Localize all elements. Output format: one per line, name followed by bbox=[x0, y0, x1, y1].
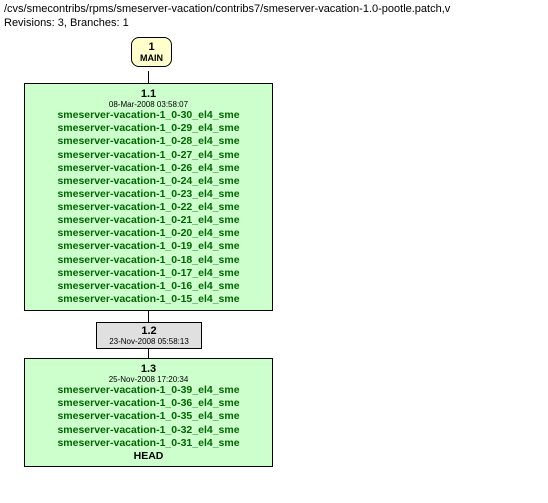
tag: smeserver-vacation-1_0-39_el4_sme bbox=[31, 384, 266, 397]
revision-node-1-3: 1.3 25-Nov-2008 17:20:34 smeserver-vacat… bbox=[24, 358, 273, 467]
branch-number: 1 bbox=[140, 41, 163, 53]
tag: smeserver-vacation-1_0-35_el4_sme bbox=[31, 410, 266, 423]
branch-label: MAIN bbox=[140, 53, 163, 63]
tag: smeserver-vacation-1_0-31_el4_sme bbox=[31, 437, 266, 450]
tag: smeserver-vacation-1_0-36_el4_sme bbox=[31, 397, 266, 410]
revision-node-1-1: 1.1 08-Mar-2008 03:58:07 smeserver-vacat… bbox=[24, 83, 273, 311]
revision-number: 1.1 bbox=[31, 88, 266, 100]
tag: smeserver-vacation-1_0-32_el4_sme bbox=[31, 424, 266, 437]
tag: smeserver-vacation-1_0-26_el4_sme bbox=[31, 162, 266, 175]
branch-node-main: 1 MAIN bbox=[131, 37, 172, 67]
revision-date: 25-Nov-2008 17:20:34 bbox=[31, 375, 266, 385]
tag: smeserver-vacation-1_0-17_el4_sme bbox=[31, 267, 266, 280]
connector bbox=[148, 71, 149, 83]
tag: smeserver-vacation-1_0-16_el4_sme bbox=[31, 280, 266, 293]
connector bbox=[148, 310, 149, 322]
tag-list: smeserver-vacation-1_0-39_el4_smesmeserv… bbox=[31, 384, 266, 450]
revision-date: 08-Mar-2008 03:58:07 bbox=[31, 100, 266, 110]
head-label: HEAD bbox=[31, 450, 266, 462]
tag: smeserver-vacation-1_0-22_el4_sme bbox=[31, 201, 266, 214]
tag: smeserver-vacation-1_0-30_el4_sme bbox=[31, 109, 266, 122]
revision-meta: Revisions: 3, Branches: 1 bbox=[4, 16, 544, 30]
tag: smeserver-vacation-1_0-18_el4_sme bbox=[31, 254, 266, 267]
tag: smeserver-vacation-1_0-15_el4_sme bbox=[31, 293, 266, 306]
tag: smeserver-vacation-1_0-24_el4_sme bbox=[31, 175, 266, 188]
tag: smeserver-vacation-1_0-28_el4_sme bbox=[31, 135, 266, 148]
tag: smeserver-vacation-1_0-27_el4_sme bbox=[31, 149, 266, 162]
revision-date: 23-Nov-2008 05:58:13 bbox=[103, 337, 195, 346]
tag-list: smeserver-vacation-1_0-30_el4_smesmeserv… bbox=[31, 109, 266, 306]
revision-node-1-2: 1.2 23-Nov-2008 05:58:13 bbox=[96, 322, 202, 349]
tag: smeserver-vacation-1_0-23_el4_sme bbox=[31, 188, 266, 201]
header: /cvs/smecontribs/rpms/smeserver-vacation… bbox=[0, 0, 548, 33]
file-path: /cvs/smecontribs/rpms/smeserver-vacation… bbox=[4, 2, 544, 16]
tag: smeserver-vacation-1_0-20_el4_sme bbox=[31, 227, 266, 240]
tag: smeserver-vacation-1_0-29_el4_sme bbox=[31, 122, 266, 135]
revision-number: 1.3 bbox=[31, 363, 266, 375]
tag: smeserver-vacation-1_0-21_el4_sme bbox=[31, 214, 266, 227]
revision-number: 1.2 bbox=[103, 325, 195, 337]
tag: smeserver-vacation-1_0-19_el4_sme bbox=[31, 240, 266, 253]
